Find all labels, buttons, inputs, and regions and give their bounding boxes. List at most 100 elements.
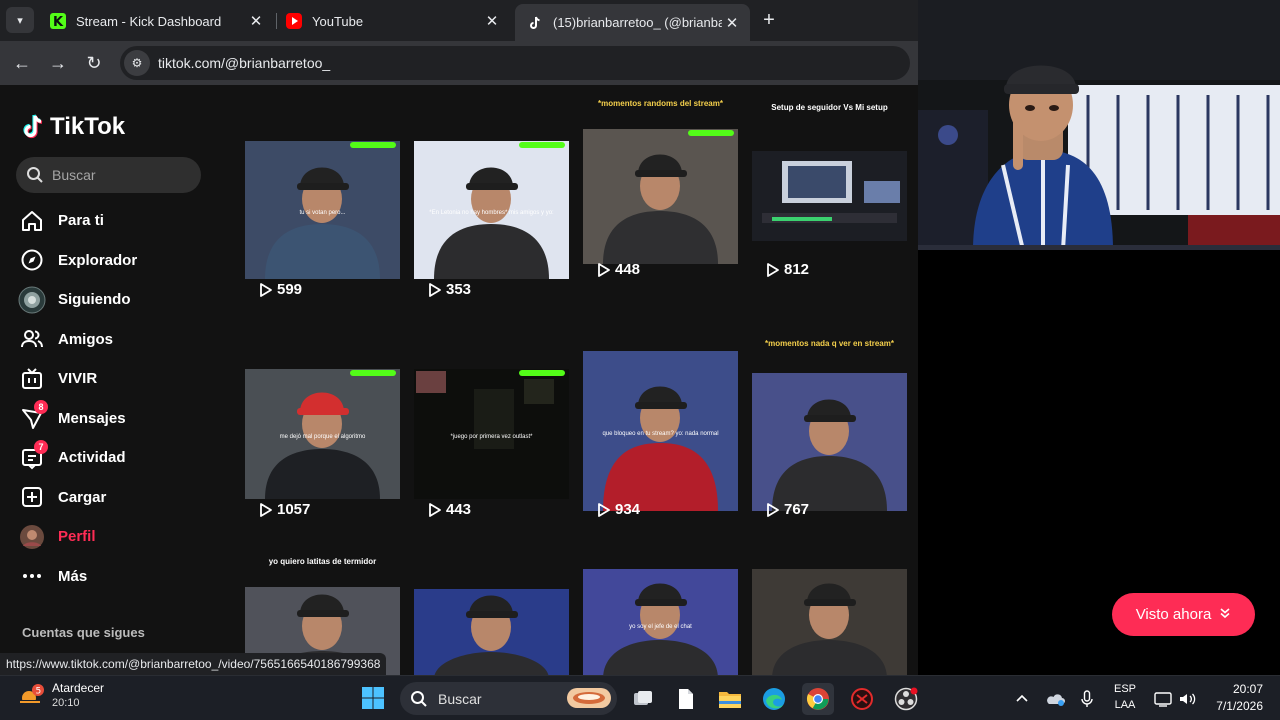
weather-title: Atardecer	[52, 681, 105, 695]
forward-icon[interactable]: →	[44, 49, 72, 77]
show-hidden-icons[interactable]	[1014, 676, 1030, 720]
sunset-weather-icon: 5	[18, 684, 44, 709]
video-thumbnail	[583, 569, 738, 675]
video-thumbnail	[414, 589, 569, 675]
video-tile[interactable]: 767	[752, 351, 907, 536]
sidebar-item-explorador[interactable]: Explorador	[18, 241, 218, 281]
sidebar-item-mensajes[interactable]: 8 Mensajes	[18, 399, 218, 439]
close-tab-icon[interactable]: ✕	[246, 12, 266, 30]
site-info-icon[interactable]: ⚙	[124, 50, 150, 76]
lang-layout: LAA	[1114, 699, 1136, 711]
sidebar-item-mas[interactable]: Más	[18, 557, 218, 597]
volume-icon[interactable]	[1178, 676, 1196, 720]
chrome-icon[interactable]	[802, 683, 834, 715]
video-tile[interactable]	[752, 569, 907, 675]
network-icon[interactable]	[1154, 676, 1172, 720]
url-text: tiktok.com/@brianbarretoo_	[158, 55, 331, 71]
search-box[interactable]	[16, 157, 201, 193]
video-tile[interactable]: me dejó mal porque el algoritmo 1057	[245, 369, 400, 536]
sidebar-item-actividad[interactable]: 7 Actividad	[18, 438, 218, 478]
tiktok-page: TikTok Para ti Explorador Siguiendo Amig…	[0, 85, 918, 675]
status-bar-url: https://www.tiktok.com/@brianbarretoo_/v…	[0, 653, 387, 675]
search-icon	[27, 167, 43, 183]
video-tile[interactable]: *En Letonia no hay hombres* mis amigos y…	[414, 131, 569, 306]
view-count-value: 767	[784, 501, 810, 518]
sidebar-item-siguiendo[interactable]: Siguiendo	[18, 280, 218, 320]
sidebar-item-vivir[interactable]: VIVIR	[18, 359, 218, 399]
activity-badge: 7	[34, 439, 48, 454]
file-explorer-icon[interactable]	[714, 683, 746, 715]
weather-widget[interactable]: 5 Atardecer 20:10	[18, 681, 104, 711]
visto-ahora-button[interactable]: Visto ahora	[1112, 593, 1255, 636]
taskbar-search[interactable]: Buscar	[400, 682, 617, 715]
taskbar-clock[interactable]: 20:07 7/1/2026	[1207, 681, 1263, 715]
input-language[interactable]: ESP LAA	[1112, 681, 1138, 713]
video-tile[interactable]: 812	[752, 111, 907, 306]
sidebar-item-label: Amigos	[58, 330, 114, 348]
video-tile[interactable]: yo soy el jefe de el chat	[583, 569, 738, 675]
close-tab-icon[interactable]: ✕	[482, 12, 502, 30]
video-tile[interactable]	[414, 569, 569, 675]
video-tile[interactable]: tu si votan pero... 599	[245, 131, 400, 306]
tab-youtube[interactable]: YouTube ✕	[274, 5, 510, 37]
progress-bar	[688, 130, 734, 136]
file-icon[interactable]	[670, 683, 702, 715]
tiktok-logo[interactable]: TikTok	[22, 113, 125, 141]
sidebar-item-amigos[interactable]: Amigos	[18, 320, 218, 360]
play-icon	[429, 502, 441, 517]
sidebar-item-label: Cargar	[58, 488, 107, 506]
view-count-value: 599	[277, 281, 303, 298]
view-count-value: 353	[446, 281, 472, 298]
tab-title: YouTube	[312, 13, 364, 29]
sidebar-item-perfil[interactable]: Perfil	[18, 517, 218, 557]
video-tile[interactable]: que bloqueo en tu stream? yo: nada norma…	[583, 351, 738, 536]
view-count: 767	[766, 501, 809, 518]
video-caption: *momentos randoms del stream*	[598, 99, 723, 108]
close-tab-icon[interactable]: ✕	[722, 14, 742, 32]
play-icon	[598, 502, 610, 517]
tab-tiktok[interactable]: (15)brianbarretoo_ (@brianbarretoo_) ✕	[515, 4, 750, 41]
browser-toolbar: ← → ↻ ⚙ tiktok.com/@brianbarretoo_	[0, 41, 918, 85]
progress-bar	[519, 370, 565, 376]
view-count: 599	[259, 281, 302, 298]
edge-icon[interactable]	[758, 683, 790, 715]
obs-icon[interactable]	[890, 683, 922, 715]
weather-badge: 5	[36, 687, 42, 697]
search-icon	[411, 690, 427, 707]
new-tab-button[interactable]: +	[758, 8, 780, 32]
sidebar-item-para-ti[interactable]: Para ti	[18, 201, 218, 241]
kick-icon: K	[50, 13, 66, 30]
progress-bar	[350, 142, 396, 148]
following-accounts-title: Cuentas que sigues	[22, 625, 145, 640]
address-bar[interactable]: ⚙ tiktok.com/@brianbarretoo_	[120, 46, 910, 80]
messages-badge: 8	[34, 400, 48, 415]
windows-start-icon[interactable]	[361, 686, 385, 710]
play-icon	[260, 502, 272, 517]
search-input[interactable]	[52, 167, 192, 183]
back-icon[interactable]: ←	[8, 49, 36, 77]
video-overlay-text: *juego por primera vez outlast*	[450, 434, 533, 440]
sidebar-item-cargar[interactable]: Cargar	[18, 478, 218, 518]
onedrive-icon[interactable]	[1045, 676, 1065, 720]
profile-avatar-icon	[18, 523, 46, 551]
view-count: 353	[428, 281, 471, 298]
reload-icon[interactable]: ↻	[80, 49, 108, 77]
view-count-value: 1057	[277, 501, 311, 518]
tab-title: (15)brianbarretoo_ (@brianbarretoo_)	[553, 15, 722, 30]
video-overlay-text: tu si votan pero...	[299, 210, 346, 216]
video-caption: *momentos nada q ver en stream*	[765, 339, 894, 348]
tab-kick[interactable]: K Stream - Kick Dashboard ✕	[38, 5, 274, 37]
tab-search-dropdown[interactable]: ▾	[6, 7, 34, 33]
video-tile[interactable]: *juego por primera vez outlast* 443	[414, 369, 569, 536]
home-icon	[18, 207, 46, 235]
more-icon	[18, 562, 46, 590]
message-icon: 8	[18, 400, 48, 432]
video-thumbnail	[752, 373, 907, 511]
video-tile[interactable]: 448	[583, 111, 738, 306]
microphone-icon[interactable]	[1080, 676, 1094, 720]
search-highlight-icon	[567, 688, 611, 708]
sidebar-item-label: VIVIR	[58, 370, 98, 388]
view-count: 448	[597, 261, 640, 278]
task-view-icon[interactable]	[627, 683, 659, 715]
streaming-app-icon[interactable]	[846, 683, 878, 715]
